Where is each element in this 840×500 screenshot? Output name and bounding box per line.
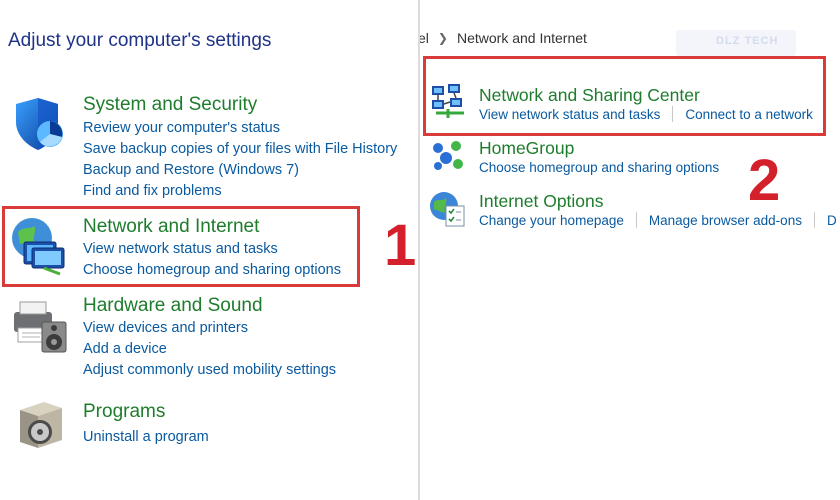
system-security-title[interactable]: System and Security: [83, 94, 257, 116]
find-fix-link[interactable]: Find and fix problems: [83, 183, 222, 199]
backup-restore-link[interactable]: Backup and Restore (Windows 7): [83, 162, 299, 178]
control-panel-home: Adjust your computer's settings System a…: [0, 0, 418, 500]
link-separator: [635, 212, 637, 228]
programs-disc-icon[interactable]: [14, 398, 74, 458]
network-internet-page: el ❯ Network and Internet DLZ TECH Netwo…: [420, 0, 840, 500]
uninstall-program-link[interactable]: Uninstall a program: [83, 429, 209, 445]
breadcrumb-fragment[interactable]: el: [420, 30, 429, 46]
step-number-1: 1: [384, 213, 417, 278]
homegroup-sharing-link[interactable]: Choose homegroup and sharing options: [479, 160, 719, 175]
internet-options-icon[interactable]: [428, 190, 468, 230]
breadcrumb-current[interactable]: Network and Internet: [457, 30, 587, 46]
internet-options-links: Change your homepage Manage browser add-…: [479, 212, 837, 228]
step-number-2: 2: [748, 148, 781, 213]
breadcrumb-arrow-icon: ❯: [437, 31, 448, 45]
printer-speaker-icon[interactable]: [8, 294, 68, 354]
devices-printers-link[interactable]: View devices and printers: [83, 320, 248, 336]
homegroup-icon[interactable]: [430, 138, 466, 174]
shield-icon[interactable]: [10, 94, 70, 154]
file-history-link[interactable]: Save backup copies of your files with Fi…: [83, 141, 397, 157]
truncated-link[interactable]: D: [827, 213, 837, 228]
programs-title[interactable]: Programs: [83, 401, 165, 423]
watermark-text: DLZ TECH: [716, 35, 779, 47]
highlight-network-internet: [2, 206, 360, 287]
internet-options-title[interactable]: Internet Options: [479, 191, 604, 212]
hardware-sound-title[interactable]: Hardware and Sound: [83, 295, 263, 317]
highlight-network-sharing-center: [423, 56, 826, 136]
browser-addons-link[interactable]: Manage browser add-ons: [649, 213, 802, 228]
mobility-settings-link[interactable]: Adjust commonly used mobility settings: [83, 362, 336, 378]
link-separator: [813, 212, 815, 228]
page-title: Adjust your computer's settings: [8, 30, 272, 51]
review-status-link[interactable]: Review your computer's status: [83, 120, 280, 136]
change-homepage-link[interactable]: Change your homepage: [479, 213, 624, 228]
homegroup-title[interactable]: HomeGroup: [479, 138, 574, 159]
watermark-logo: DLZ TECH: [676, 30, 796, 56]
add-device-link[interactable]: Add a device: [83, 341, 167, 357]
